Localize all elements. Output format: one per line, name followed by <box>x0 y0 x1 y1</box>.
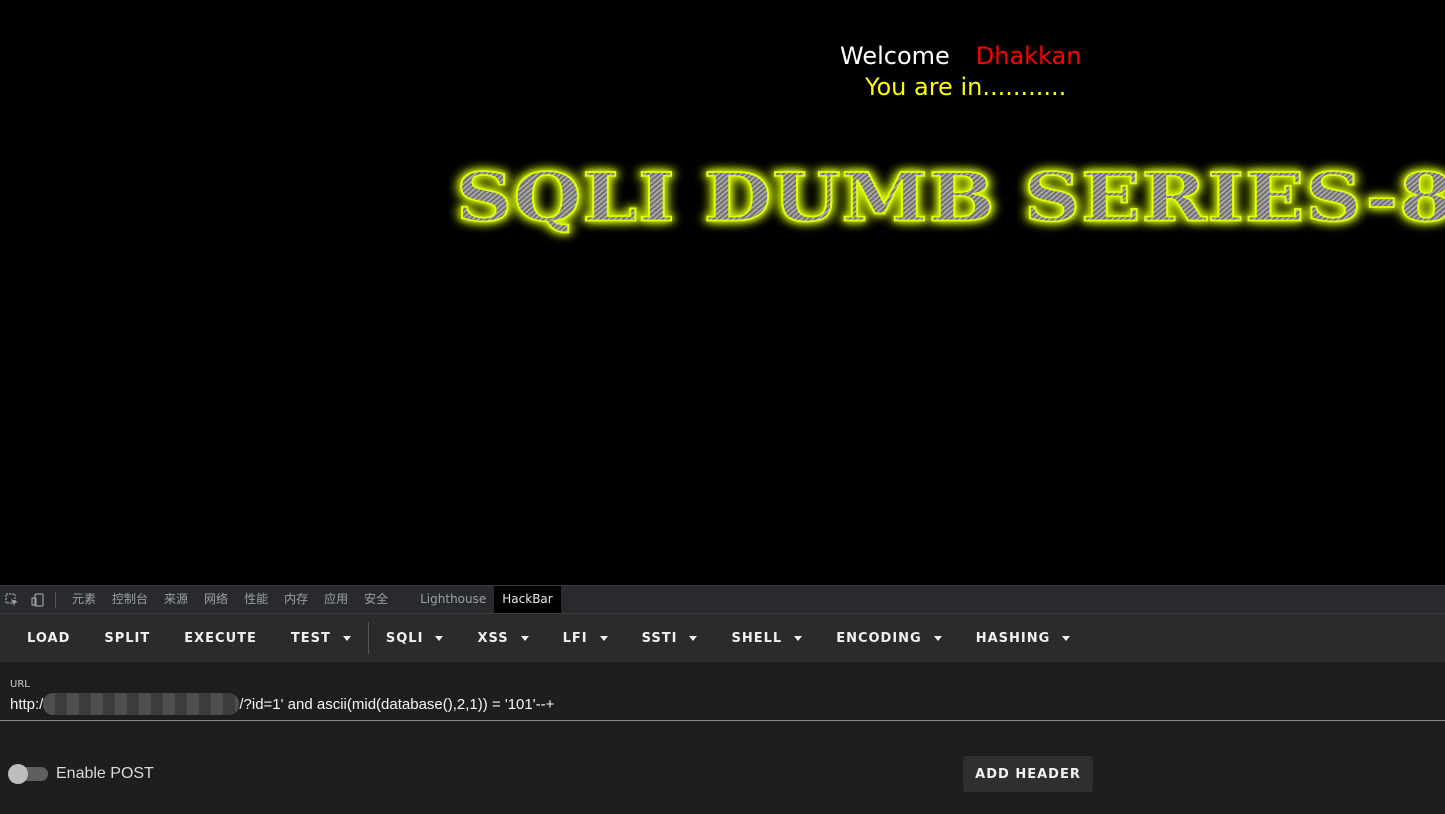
welcome-text: Welcome <box>840 42 950 70</box>
xss-menu-label: XSS <box>477 630 509 646</box>
tab-memory[interactable]: 内存 <box>276 586 316 613</box>
user-name: Dhakkan <box>975 42 1082 70</box>
test-menu-label: TEST <box>290 630 331 646</box>
url-field-label: URL <box>10 679 30 690</box>
ssti-menu-button[interactable]: SSTI <box>625 614 715 662</box>
caret-down-icon <box>689 635 698 641</box>
caret-down-icon <box>794 635 803 641</box>
tab-sources[interactable]: 来源 <box>156 586 196 613</box>
add-header-button[interactable]: ADD HEADER <box>963 756 1093 792</box>
hackbar-toolbar: LOAD SPLIT EXECUTE TEST SQLI XSS LFI SST… <box>0 614 1445 662</box>
caret-down-icon <box>1062 635 1071 641</box>
enable-post-toggle[interactable] <box>8 764 48 784</box>
tab-hackbar[interactable]: HackBar <box>494 586 561 613</box>
series-banner: SQLI DUMB SERIES-8 <box>455 164 1445 232</box>
load-button[interactable]: LOAD <box>10 614 87 662</box>
tab-elements[interactable]: 元素 <box>64 586 104 613</box>
caret-down-icon <box>520 635 529 641</box>
test-menu-button[interactable]: TEST <box>274 614 368 662</box>
caret-down-icon <box>933 635 942 641</box>
split-button-label: SPLIT <box>104 630 151 646</box>
hashing-menu-label: HASHING <box>975 630 1051 646</box>
tab-security[interactable]: 安全 <box>356 586 396 613</box>
tab-performance[interactable]: 性能 <box>236 586 276 613</box>
lfi-menu-label: LFI <box>562 630 588 646</box>
toggle-knob <box>8 764 28 784</box>
tabbar-divider <box>55 591 56 608</box>
login-status: You are in........... <box>865 73 1067 101</box>
devtools-panel: 元素 控制台 来源 网络 性能 内存 应用 安全 Lighthouse Hack… <box>0 585 1445 814</box>
encoding-menu-label: ENCODING <box>836 630 922 646</box>
devtools-tabbar: 元素 控制台 来源 网络 性能 内存 应用 安全 Lighthouse Hack… <box>0 585 1445 614</box>
tab-network[interactable]: 网络 <box>196 586 236 613</box>
inspect-element-icon[interactable] <box>5 592 19 607</box>
tab-application[interactable]: 应用 <box>316 586 356 613</box>
ssti-menu-label: SSTI <box>641 630 678 646</box>
execute-button[interactable]: EXECUTE <box>167 614 274 662</box>
shell-menu-label: SHELL <box>731 630 783 646</box>
xss-menu-button[interactable]: XSS <box>460 614 545 662</box>
url-prefix: http:/ <box>10 695 44 713</box>
welcome-line: Welcome Dhakkan <box>840 42 1081 70</box>
tab-lighthouse[interactable]: Lighthouse <box>412 586 494 613</box>
load-button-label: LOAD <box>27 630 71 646</box>
sqli-menu-label: SQLI <box>385 630 424 646</box>
shell-menu-button[interactable]: SHELL <box>714 614 819 662</box>
url-input[interactable]: http:/ /?id=1' and ascii(mid(database(),2… <box>10 693 554 715</box>
caret-down-icon <box>599 635 608 641</box>
execute-button-label: EXECUTE <box>184 630 257 646</box>
caret-down-icon <box>435 635 444 641</box>
url-suffix: /?id=1' and ascii(mid(database(),2,1)) =… <box>239 695 555 713</box>
url-field[interactable]: URL http:/ /?id=1' and ascii(mid(database… <box>0 662 1445 722</box>
redacted-host <box>43 693 240 715</box>
url-field-underline <box>0 720 1445 721</box>
caret-down-icon <box>342 635 351 641</box>
enable-post-label: Enable POST <box>56 765 154 782</box>
post-options-row: Enable POST ADD HEADER <box>0 755 1445 795</box>
tab-console[interactable]: 控制台 <box>104 586 156 613</box>
encoding-menu-button[interactable]: ENCODING <box>819 614 959 662</box>
device-toolbar-icon[interactable] <box>31 592 45 607</box>
sqli-menu-button[interactable]: SQLI <box>369 614 461 662</box>
page-viewport: Welcome Dhakkan You are in........... SQL… <box>0 0 1445 585</box>
hashing-menu-button[interactable]: HASHING <box>959 614 1088 662</box>
lfi-menu-button[interactable]: LFI <box>546 614 625 662</box>
split-button[interactable]: SPLIT <box>87 614 167 662</box>
